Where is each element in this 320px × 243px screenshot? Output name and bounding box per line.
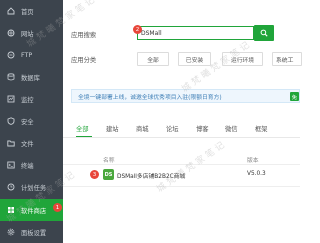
category-system-tools-button[interactable]: 系统工: [272, 52, 302, 66]
annotation-badge-3: 3: [90, 170, 99, 179]
terminal-icon: [7, 161, 15, 169]
shield-icon: [7, 117, 15, 125]
sidebar-item-label: 安全: [21, 118, 34, 126]
tab-site[interactable]: 建站: [106, 124, 119, 133]
tab-forum[interactable]: 论坛: [166, 124, 179, 133]
sidebar-item-label: FTP: [21, 51, 33, 59]
search-input[interactable]: DSMall: [137, 26, 254, 40]
sidebar-item-monitor[interactable]: 监控: [0, 88, 63, 110]
tab-all[interactable]: 全部: [76, 124, 89, 133]
app-name[interactable]: DSMall多店铺B2B2C商城: [117, 171, 185, 180]
sidebar-item-label: 计划任务: [21, 184, 47, 192]
category-label: 应用分类: [71, 57, 97, 64]
sidebar-item-home[interactable]: 首页: [0, 0, 63, 22]
sidebar-item-terminal[interactable]: 终端: [0, 154, 63, 176]
table-row-divider: [63, 186, 300, 187]
notice-free-tag[interactable]: 免: [289, 92, 299, 101]
sidebar-item-website[interactable]: 网站: [0, 22, 63, 44]
tab-framework[interactable]: 框架: [255, 124, 268, 133]
monitor-icon: [7, 95, 15, 103]
app-version: V5.0.3: [247, 171, 266, 177]
sidebar-item-security[interactable]: 安全: [0, 110, 63, 132]
annotation-badge-2: 2: [133, 25, 142, 34]
sidebar-item-cron[interactable]: 计划任务: [0, 176, 63, 198]
category-installed-button[interactable]: 已安装: [178, 52, 211, 66]
sidebar-item-label: 软件商店: [21, 207, 47, 215]
search-label: 应用搜索: [71, 32, 97, 39]
column-header-name: 名称: [103, 158, 115, 164]
notice-text: 全境一键部署上线，诚邀全球优秀项目入驻(限额日育方): [78, 94, 222, 101]
sidebar-item-ftp[interactable]: FTP: [0, 44, 63, 66]
sidebar-item-database[interactable]: 数据库: [0, 66, 63, 88]
tab-wechat[interactable]: 微信: [225, 124, 238, 133]
database-icon: [7, 73, 15, 81]
gear-icon: [7, 228, 15, 236]
sidebar-item-label: 数据库: [21, 74, 40, 82]
notice-banner: 全境一键部署上线，诚邀全球优秀项目入驻(限额日育方) 免: [71, 89, 300, 103]
sidebar-item-label: 网站: [21, 30, 34, 38]
sidebar-item-settings[interactable]: 面板设置: [0, 221, 63, 243]
sidebar-item-label: 文件: [21, 140, 34, 148]
annotation-badge-1: 1: [53, 203, 62, 212]
sidebar-item-label: 监控: [21, 96, 34, 104]
tab-blog[interactable]: 博客: [196, 124, 209, 133]
store-icon: [7, 206, 15, 214]
search-input-value: DSMall: [141, 29, 162, 37]
ftp-icon: [7, 51, 15, 59]
app-logo-icon: DS: [103, 169, 114, 180]
tab-mall[interactable]: 商城: [136, 124, 149, 133]
search-icon: [260, 29, 268, 37]
globe-icon: [7, 29, 15, 37]
search-button[interactable]: [254, 25, 274, 41]
clock-icon: [7, 183, 15, 191]
category-runtime-button[interactable]: 运行环境: [222, 52, 263, 66]
column-header-version: 版本: [247, 158, 259, 164]
category-all-button[interactable]: 全部: [137, 52, 169, 66]
sidebar-item-label: 终端: [21, 162, 34, 170]
tabs-divider: [63, 137, 300, 138]
sidebar-item-label: 首页: [21, 8, 34, 16]
home-icon: [7, 7, 15, 15]
sidebar-item-label: 面板设置: [21, 229, 47, 237]
folder-icon: [7, 139, 15, 147]
sidebar-item-files[interactable]: 文件: [0, 132, 63, 154]
table-header-divider: [63, 164, 300, 165]
